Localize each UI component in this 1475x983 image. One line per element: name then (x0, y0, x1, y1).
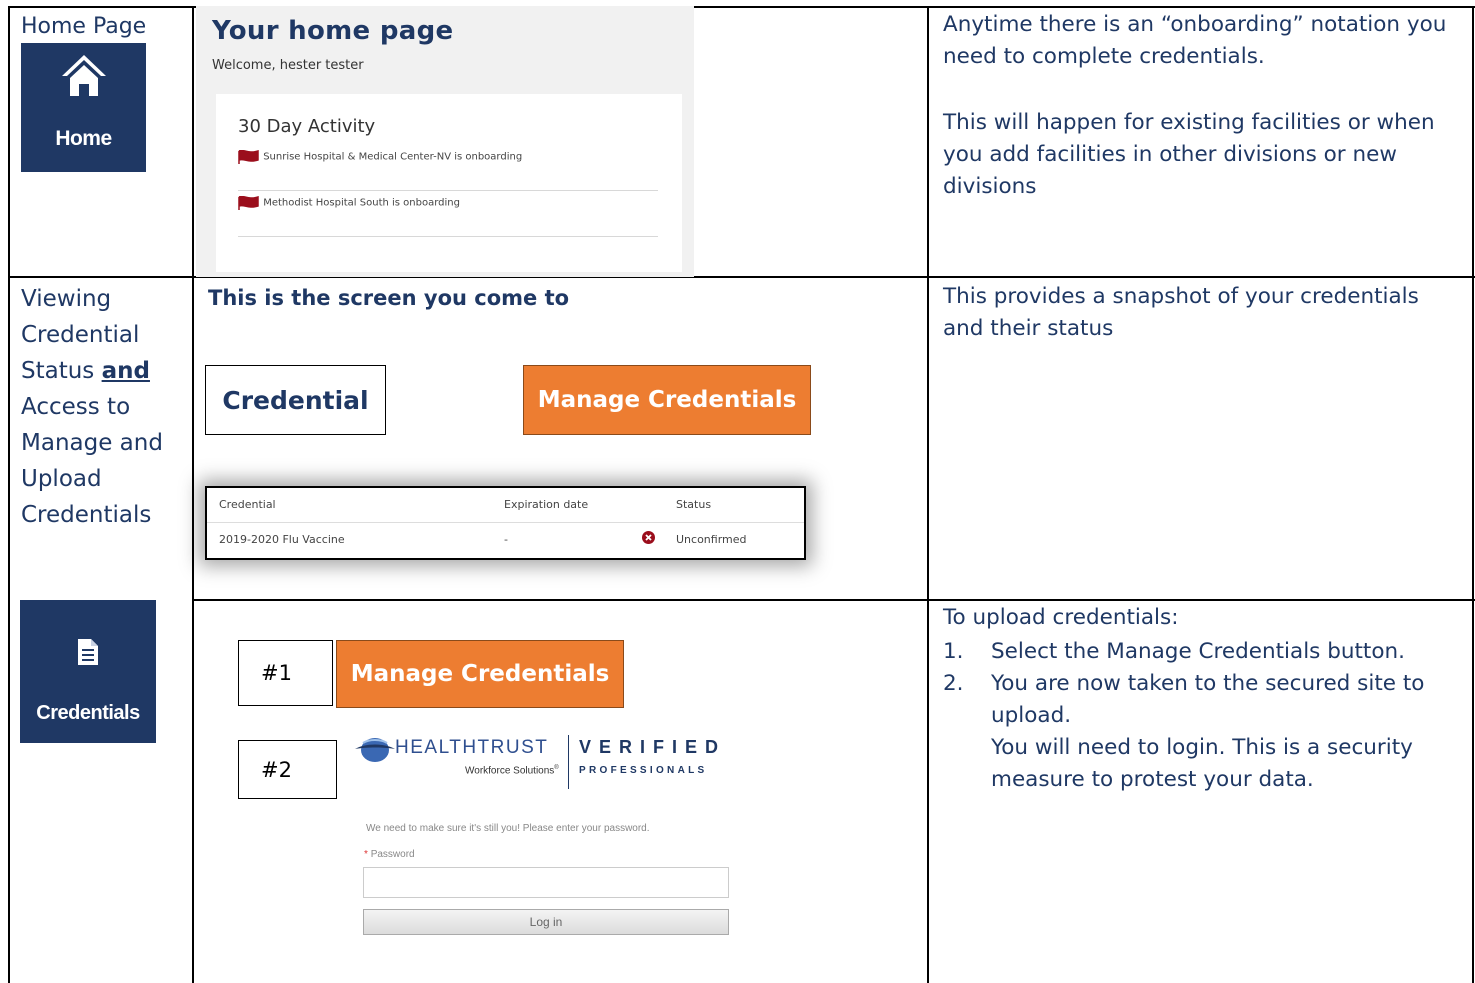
credential-status-table: Credential Expiration date Status 2019-2… (205, 486, 806, 560)
activity-text: Sunrise Hospital & Medical Center-NV is … (263, 151, 523, 163)
step-number: 1. (943, 639, 964, 664)
credential-label-box: Credential (205, 365, 386, 435)
cell-status: Unconfirmed (676, 533, 747, 546)
flag-icon (238, 196, 260, 210)
healthtrust-sub-text: Workforce Solutions (465, 765, 555, 777)
step1-tag: #1 (238, 640, 333, 706)
password-label-text: Password (370, 849, 415, 860)
step-extra-text: You will need to login. This is a securi… (991, 735, 1413, 792)
home-page-title: Your home page (212, 16, 454, 46)
header-expiration: Expiration date (504, 498, 589, 511)
onboarding-note: Anytime there is an “onboarding” notatio… (943, 12, 1447, 69)
manage-credentials-button-step1[interactable]: Manage Credentials (336, 640, 624, 708)
document-icon (78, 639, 98, 665)
home-page-screenshot: Your home page Welcome, hester tester 30… (196, 6, 694, 277)
snapshot-note: This provides a snapshot of your credent… (943, 284, 1419, 341)
home-nav-tile[interactable]: Home (21, 43, 146, 172)
upload-step: 1. Select the Manage Credentials button. (943, 636, 1463, 668)
required-mark: * (364, 849, 368, 860)
manage-credentials-button[interactable]: Manage Credentials (523, 365, 811, 435)
upload-steps-list: 1. Select the Manage Credentials button. … (943, 636, 1463, 796)
step2-tag: #2 (238, 740, 337, 799)
header-status: Status (676, 498, 712, 511)
welcome-text: Welcome, hester tester (212, 58, 364, 73)
activity-text: Methodist Hospital South is onboarding (263, 197, 460, 209)
healthtrust-name: HEALTHTRUST (395, 737, 549, 758)
screen-heading: This is the screen you come to (208, 286, 570, 310)
cell-credential[interactable]: 2019-2020 Flu Vaccine (219, 533, 345, 546)
healthtrust-logo: HEALTHTRUST Workforce Solutions® VERIFIE… (355, 733, 755, 793)
cell-expiration: - (504, 533, 508, 546)
label-bold: and (101, 358, 150, 384)
activity-card-title: 30 Day Activity (238, 116, 376, 137)
healthtrust-globe-icon (355, 738, 395, 762)
activity-item[interactable]: Sunrise Hospital & Medical Center-NV is … (238, 150, 658, 191)
step-text: You are now taken to the secured site to… (991, 671, 1425, 728)
upload-intro: To upload credentials: (943, 605, 1179, 630)
document-page: Home Page Home Your home page Welcome, h… (0, 0, 1475, 983)
credentials-nav-label: Credentials (36, 702, 140, 724)
flag-icon (238, 150, 260, 164)
table-border-col1 (192, 6, 194, 983)
table-border-row2 (193, 599, 1475, 601)
credential-row-label: Viewing Credential Status and Access to … (21, 281, 186, 533)
table-border-right (1472, 6, 1474, 983)
credentials-nav-tile[interactable]: Credentials (20, 600, 156, 743)
upload-step: 2. You are now taken to the secured site … (943, 668, 1463, 796)
activity-item[interactable]: Methodist Hospital South is onboarding (238, 196, 658, 237)
login-message: We need to make sure it's still you! Ple… (366, 823, 650, 834)
row-divider (207, 522, 804, 523)
password-label: * Password (364, 849, 415, 860)
table-border-col2 (927, 6, 929, 983)
step-text: Select the Manage Credentials button. (991, 639, 1405, 664)
home-row-label: Home Page (21, 14, 147, 39)
label-part: Access to Manage and Upload Credentials (21, 394, 163, 528)
verified-name: VERIFIED (579, 737, 727, 757)
header-credential: Credential (219, 498, 276, 511)
password-input[interactable] (363, 867, 729, 898)
healthtrust-sub: Workforce Solutions® (465, 765, 559, 777)
professionals-sub: PROFESSIONALS (579, 765, 708, 776)
table-border-left (8, 6, 10, 983)
facilities-note: This will happen for existing facilities… (943, 110, 1435, 199)
activity-card: 30 Day Activity Sunrise Hospital & Medic… (216, 94, 682, 272)
login-button[interactable]: Log in (363, 909, 729, 935)
home-nav-label: Home (55, 127, 112, 150)
logo-divider (568, 735, 569, 789)
step-number: 2. (943, 671, 964, 696)
error-icon (642, 531, 655, 547)
home-icon (61, 55, 106, 96)
